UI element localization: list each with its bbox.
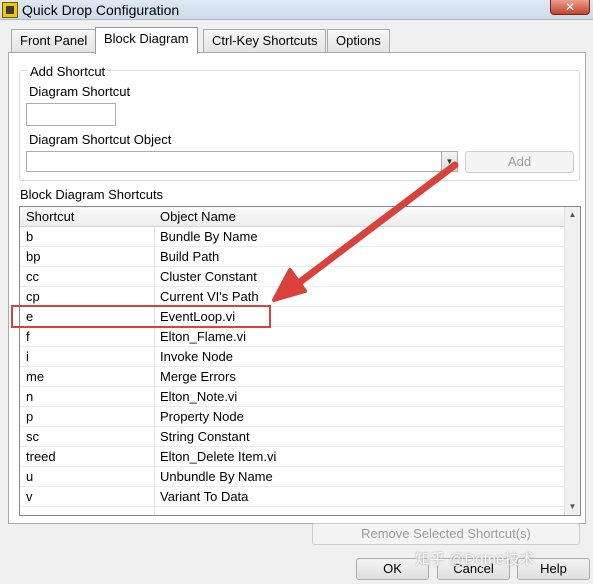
vertical-scrollbar[interactable]: ▲ ▼	[564, 207, 580, 515]
tab-front-panel[interactable]: Front Panel	[11, 29, 97, 53]
scroll-up-icon[interactable]: ▲	[565, 207, 580, 223]
object-name-cell: Variant To Data	[160, 489, 249, 504]
shortcut-cell: treed	[26, 449, 56, 464]
table-rows: b Bundle By Name bp Build Path cc Cluster C…	[20, 227, 565, 507]
watermark: 知乎 @Dqtne技术	[415, 551, 535, 568]
object-name-cell: Property Node	[160, 409, 244, 424]
diagram-shortcut-object-select[interactable]: ▼	[26, 151, 458, 172]
add-button[interactable]: Add	[465, 151, 574, 173]
object-name-cell: Unbundle By Name	[160, 469, 273, 484]
object-name-cell: Invoke Node	[160, 349, 233, 364]
scroll-down-icon[interactable]: ▼	[565, 499, 580, 515]
object-name-cell: String Constant	[160, 429, 250, 444]
remove-selected-shortcuts-button[interactable]: Remove Selected Shortcut(s)	[312, 523, 580, 545]
table-row[interactable]: b Bundle By Name	[20, 227, 565, 247]
add-shortcut-title: Add Shortcut	[28, 64, 108, 79]
table-row[interactable]: f Elton_Flame.vi	[20, 327, 565, 347]
object-name-cell: Current VI's Path	[160, 289, 259, 304]
shortcut-cell: sc	[26, 429, 39, 444]
object-name-cell: Cluster Constant	[160, 269, 257, 284]
object-name-cell: Elton_Delete Item.vi	[160, 449, 277, 464]
object-name-cell: Build Path	[160, 249, 220, 264]
shortcut-cell: bp	[26, 249, 41, 264]
table-row[interactable]: u Unbundle By Name	[20, 467, 565, 487]
shortcut-cell: i	[26, 349, 29, 364]
table-row[interactable]: treed Elton_Delete Item.vi	[20, 447, 565, 467]
shortcut-cell: me	[26, 369, 45, 384]
shortcut-cell: n	[26, 389, 34, 404]
shortcuts-table[interactable]: Shortcut Object Name b Bundle By Name bp B…	[19, 206, 581, 516]
table-row[interactable]: i Invoke Node	[20, 347, 565, 367]
block-diagram-shortcuts-label: Block Diagram Shortcuts	[20, 187, 164, 202]
app-icon	[2, 2, 18, 18]
table-row[interactable]: bp Build Path	[20, 247, 565, 267]
table-row[interactable]: cp Current VI's Path	[20, 287, 565, 307]
object-name-cell: Merge Errors	[160, 369, 236, 384]
diagram-shortcut-label: Diagram Shortcut	[29, 84, 131, 99]
table-row[interactable]: p Property Node	[20, 407, 565, 427]
object-name-cell: Elton_Flame.vi	[160, 329, 246, 344]
shortcut-cell: p	[26, 409, 34, 424]
tab-ctrl-key-shortcuts[interactable]: Ctrl-Key Shortcuts	[203, 29, 327, 53]
table-row[interactable]: cc Cluster Constant	[20, 267, 565, 287]
diagram-shortcut-input[interactable]	[26, 103, 116, 126]
shortcut-cell: e	[26, 309, 34, 324]
column-header-shortcut[interactable]: Shortcut	[26, 209, 74, 225]
object-name-cell: EventLoop.vi	[160, 309, 236, 324]
shortcut-cell: cp	[26, 289, 40, 304]
table-header: Shortcut Object Name	[20, 207, 565, 227]
chevron-down-icon[interactable]: ▼	[441, 152, 457, 171]
diagram-shortcut-object-label: Diagram Shortcut Object	[29, 132, 172, 147]
shortcut-cell: f	[26, 329, 30, 344]
shortcut-cell: v	[26, 489, 33, 504]
object-name-cell: Elton_Note.vi	[160, 389, 238, 404]
object-name-cell: Bundle By Name	[160, 229, 258, 244]
window-title: Quick Drop Configuration	[22, 2, 180, 18]
table-row[interactable]: e EventLoop.vi	[20, 307, 565, 327]
tab-options[interactable]: Options	[327, 29, 390, 53]
column-header-object-name[interactable]: Object Name	[160, 209, 236, 225]
table-row[interactable]: v Variant To Data	[20, 487, 565, 507]
table-row[interactable]: me Merge Errors	[20, 367, 565, 387]
title-bar: Quick Drop Configuration ✕	[0, 0, 593, 20]
shortcut-cell: u	[26, 469, 34, 484]
close-button[interactable]: ✕	[550, 0, 590, 15]
shortcut-cell: cc	[26, 269, 39, 284]
table-row[interactable]: n Elton_Note.vi	[20, 387, 565, 407]
tab-block-diagram[interactable]: Block Diagram	[95, 27, 198, 54]
table-row[interactable]: sc String Constant	[20, 427, 565, 447]
shortcut-cell: b	[26, 229, 34, 244]
